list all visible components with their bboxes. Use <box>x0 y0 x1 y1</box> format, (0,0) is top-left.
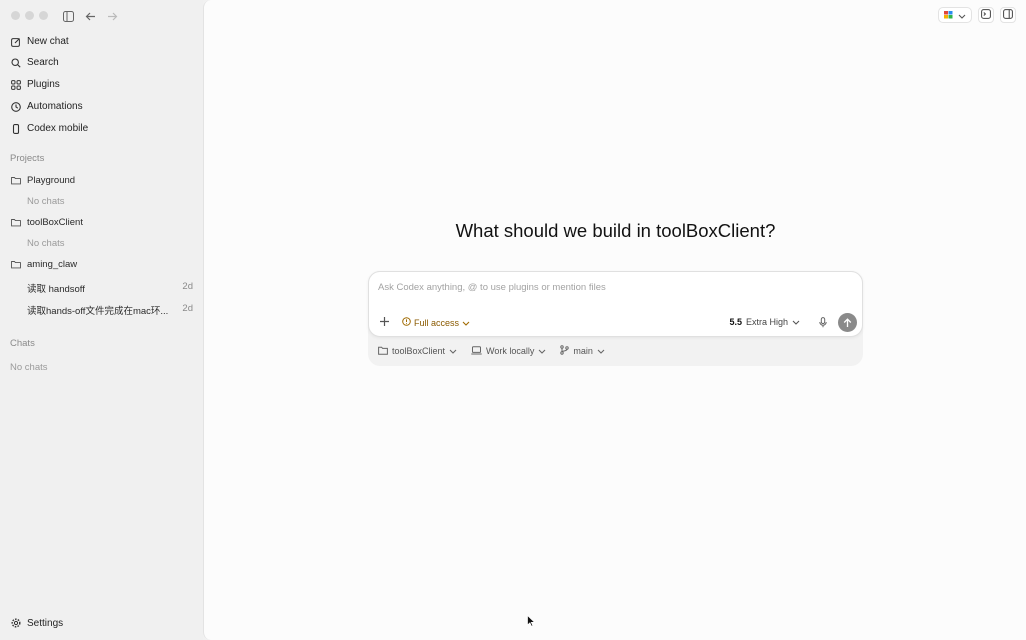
microphone-icon <box>819 316 827 327</box>
main-panel: What should we build in toolBoxClient? A… <box>203 0 1026 640</box>
project-selector[interactable]: toolBoxClient <box>378 345 457 357</box>
folder-icon <box>378 346 388 357</box>
zoom-window-button[interactable] <box>39 11 48 20</box>
open-in-app-dropdown[interactable] <box>938 7 972 23</box>
chevron-down-icon <box>958 6 966 24</box>
warning-icon <box>402 317 411 328</box>
project-name: aming_claw <box>27 258 78 270</box>
search-icon <box>11 57 21 68</box>
chevron-down-icon <box>462 318 470 328</box>
sidebar-item-label: Codex mobile <box>27 123 89 134</box>
folder-icon <box>11 217 21 227</box>
sidebar-item-search[interactable]: Search <box>4 52 199 73</box>
chat-age: 2d <box>182 303 193 314</box>
plus-icon <box>379 317 389 326</box>
composer: Ask Codex anything, @ to use plugins or … <box>368 271 863 337</box>
model-effort: Extra High <box>745 317 788 327</box>
sidebar-toolbar <box>60 9 120 23</box>
sidebar-item-plugins[interactable]: Plugins <box>4 74 199 95</box>
location-label: Work locally <box>486 346 535 356</box>
access-level-dropdown[interactable]: Full access <box>402 317 470 328</box>
chevron-down-icon <box>597 346 605 356</box>
settings-label: Settings <box>27 617 64 629</box>
project-name: Playground <box>27 174 76 186</box>
terminal-icon <box>981 6 991 24</box>
prompt-input[interactable]: Ask Codex anything, @ to use plugins or … <box>378 282 606 293</box>
laptop-icon <box>471 345 482 357</box>
folder-open-icon <box>11 259 21 269</box>
sidebar-item-new-chat[interactable]: New chat <box>4 31 199 52</box>
chevron-down-icon <box>449 346 457 356</box>
settings-button[interactable]: Settings <box>4 613 63 633</box>
app-logo-icon <box>944 6 954 24</box>
folder-icon <box>11 175 21 185</box>
sidebar-item-automations[interactable]: Automations <box>4 96 199 117</box>
new-chat-icon <box>11 37 21 47</box>
right-panel-icon <box>1003 6 1013 24</box>
chat-age: 2d <box>182 281 193 292</box>
no-chats-text: No chats <box>27 196 65 207</box>
arrow-up-icon <box>843 317 852 327</box>
project-name: toolBoxClient <box>27 216 83 228</box>
project-toolboxclient[interactable]: toolBoxClient <box>4 212 199 232</box>
sidebar-item-label: Automations <box>27 101 83 112</box>
window-controls <box>11 11 48 20</box>
projects-heading: Projects <box>10 153 45 164</box>
back-arrow-icon[interactable] <box>82 9 98 23</box>
project-aming-claw[interactable]: aming_claw <box>4 254 199 274</box>
project-playground[interactable]: Playground <box>4 170 199 190</box>
sidebar-item-label: Plugins <box>27 79 60 90</box>
toggle-sidebar-icon[interactable] <box>60 9 76 23</box>
access-label: Full access <box>414 317 460 328</box>
branch-selector[interactable]: main <box>560 345 605 357</box>
send-button[interactable] <box>838 313 857 332</box>
context-bar: toolBoxClient Work locally main <box>378 345 605 357</box>
chat-item[interactable]: 读取hands-off文件完成在mac环... 2d <box>27 303 193 317</box>
sidebar: New chat Search Plugins Automations Code… <box>0 0 203 640</box>
toggle-panel-button[interactable] <box>1000 7 1016 23</box>
work-location-selector[interactable]: Work locally <box>471 345 546 357</box>
mouse-cursor-icon <box>527 614 536 632</box>
close-window-button[interactable] <box>11 11 20 20</box>
top-right-toolbar <box>938 7 1016 23</box>
no-chats-text: No chats <box>27 238 65 249</box>
microphone-button[interactable] <box>817 316 829 328</box>
terminal-button[interactable] <box>978 7 994 23</box>
chat-item[interactable]: 读取 handsoff 2d <box>27 281 193 295</box>
chat-title: 读取hands-off文件完成在mac环... <box>27 306 169 317</box>
git-branch-icon <box>560 345 570 357</box>
minimize-window-button[interactable] <box>25 11 34 20</box>
no-chats-text: No chats <box>10 362 48 373</box>
chevron-down-icon <box>538 346 546 356</box>
project-label: toolBoxClient <box>392 346 446 356</box>
chevron-down-icon <box>792 317 800 327</box>
composer-container: Ask Codex anything, @ to use plugins or … <box>368 271 863 366</box>
model-selector[interactable]: 5.5 Extra High <box>729 317 800 327</box>
plugins-icon <box>11 79 21 90</box>
automations-icon <box>11 101 21 112</box>
page-title: What should we build in toolBoxClient? <box>455 220 776 241</box>
model-version: 5.5 <box>729 317 742 327</box>
chat-title: 读取 handsoff <box>27 284 85 295</box>
sidebar-item-label: New chat <box>27 36 69 47</box>
sidebar-item-label: Search <box>27 57 59 68</box>
chats-heading: Chats <box>10 338 35 349</box>
mobile-icon <box>11 123 21 134</box>
add-attachment-button[interactable] <box>377 315 391 329</box>
gear-icon <box>11 618 21 628</box>
sidebar-item-codex-mobile[interactable]: Codex mobile <box>4 118 199 139</box>
forward-arrow-icon[interactable] <box>104 9 120 23</box>
branch-label: main <box>573 346 593 356</box>
